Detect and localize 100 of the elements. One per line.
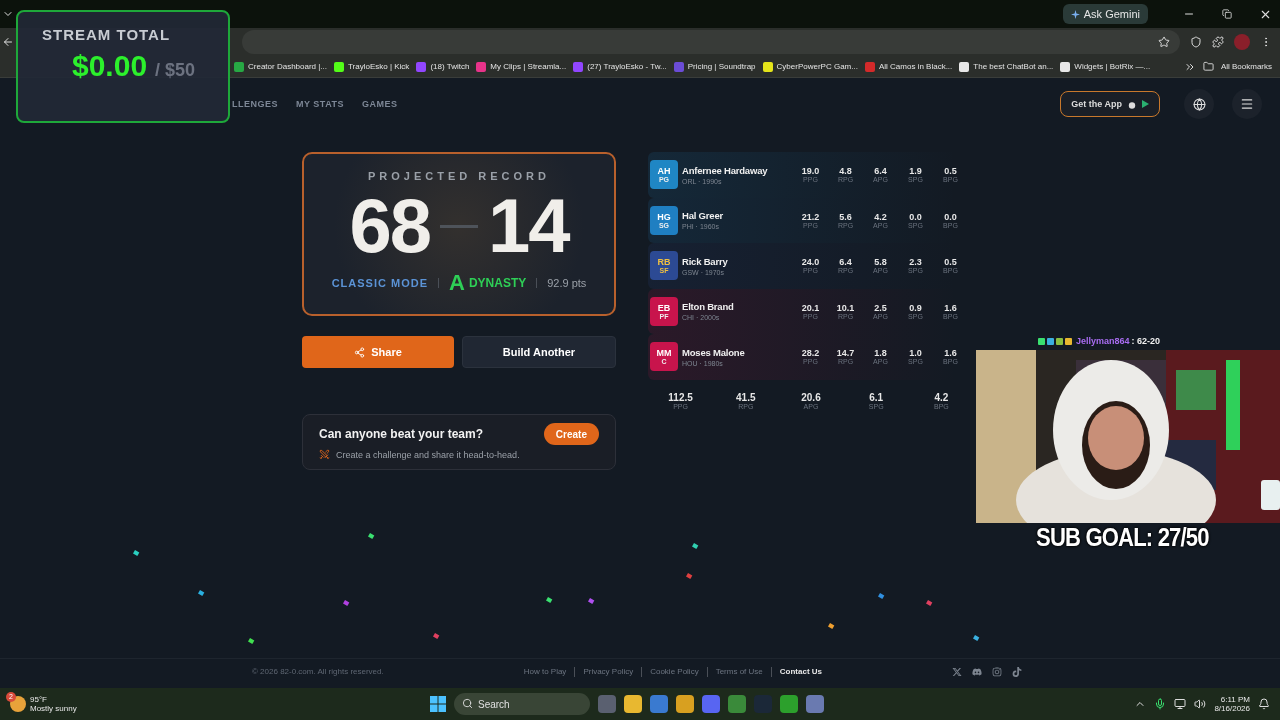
total-value: 112.5 <box>668 391 693 403</box>
menu-icon <box>1240 97 1254 111</box>
player-name: Rick Barry <box>682 255 729 267</box>
stat-value: 6.4 <box>839 257 852 268</box>
player-name: Elton Brand <box>682 301 735 313</box>
get-app-button[interactable]: Get the App <box>1060 91 1160 117</box>
stat-value: 28.2 <box>801 348 820 359</box>
bookmark[interactable]: (27) TrayloEsko - Tw... <box>573 61 667 72</box>
nav-link[interactable]: MY STATS <box>296 99 345 109</box>
grade: A <box>449 272 465 294</box>
clock-date: 8/16/2026 <box>1214 704 1250 713</box>
stat-value: 2.5 <box>874 302 887 313</box>
sparkle-icon <box>1070 9 1080 19</box>
chat-message: : 62-20 <box>1131 336 1161 346</box>
sub-goal: SUB GOAL: 27/50 <box>1036 522 1209 553</box>
player-name: Hal Greer <box>682 210 724 222</box>
ask-button[interactable]: Ask Gemini <box>1062 4 1148 24</box>
stat-value: 0.5 <box>944 257 957 268</box>
notification-icon[interactable] <box>1258 698 1270 710</box>
record-separator <box>440 224 478 228</box>
stat-value: 0.9 <box>909 302 922 313</box>
language-button[interactable] <box>1184 89 1214 119</box>
bookmark[interactable]: The best ChatBot an... <box>959 61 1054 72</box>
stat-value: 10.1 <box>836 302 855 313</box>
mode-label: CLASSIC MODE <box>331 277 428 289</box>
bookmark[interactable]: TrayloEsko | Kick <box>334 61 410 72</box>
bookmark[interactable]: Widgets | BotRix —... <box>1060 61 1151 72</box>
stat-value: 1.6 <box>944 348 957 359</box>
nav-link[interactable]: LLENGES <box>232 99 278 109</box>
globe-icon <box>1192 97 1206 111</box>
stat-value: 6.4 <box>874 166 887 177</box>
donation-goal: / $50 <box>155 60 196 81</box>
start-icon[interactable] <box>430 696 446 712</box>
instagram-icon[interactable] <box>992 666 1002 677</box>
menu-button[interactable] <box>1232 89 1262 119</box>
stat-value: 4.2 <box>874 211 887 222</box>
total-value: 6.1 <box>869 391 884 403</box>
bookmark[interactable]: All Camos in Black... <box>864 61 953 72</box>
temperature: 95°F <box>30 695 48 704</box>
copyright: © 2026 82-0.com. All rights reserved. <box>252 667 384 676</box>
challenge-text: Create a challenge and share it head-to-head. <box>336 449 520 460</box>
shield-icon[interactable] <box>1190 36 1202 48</box>
stat-value: 1.8 <box>874 348 887 359</box>
bookmark[interactable]: Creator Dashboard |... <box>234 61 327 72</box>
discord-icon[interactable] <box>972 666 982 677</box>
back-icon[interactable] <box>2 36 14 48</box>
losses: 14 <box>488 184 569 268</box>
stat-value: 0.0 <box>909 211 922 222</box>
stat-value: 14.7 <box>836 348 855 359</box>
bookmark[interactable]: Pricing | Soundtrap <box>673 61 756 72</box>
donation-amount: $0.00 <box>72 49 148 83</box>
stat-value: 20.1 <box>801 302 820 313</box>
mic-icon[interactable] <box>1154 698 1167 710</box>
stat-value: 0.0 <box>944 211 957 222</box>
total-value: 41.5 <box>736 391 756 403</box>
footer-link[interactable]: How to Play <box>523 667 567 676</box>
volume-icon[interactable] <box>1194 698 1207 710</box>
puzzle-icon[interactable] <box>1212 36 1224 48</box>
stat-value: 1.9 <box>909 166 922 177</box>
monitor-icon[interactable] <box>1174 698 1187 710</box>
nav-link[interactable]: GAMES <box>362 99 398 109</box>
play-icon <box>1142 100 1149 108</box>
chat-username: Jellyman864 <box>1076 336 1130 346</box>
weather-text: Mostly sunny <box>30 704 77 713</box>
stat-value: 4.8 <box>839 166 852 177</box>
wins: 68 <box>349 184 430 268</box>
stat-value: 5.6 <box>839 211 852 222</box>
stat-value: 24.0 <box>801 257 820 268</box>
stat-value: 5.8 <box>874 257 887 268</box>
search-field[interactable]: Search <box>454 693 590 715</box>
stat-value: 21.2 <box>801 211 820 222</box>
stat-value: 1.0 <box>909 348 922 359</box>
star-icon[interactable] <box>1158 36 1170 48</box>
total-value: 4.2 <box>934 391 949 403</box>
bookmark[interactable]: My Clips | Streamla... <box>476 61 567 72</box>
share-icon <box>354 346 366 358</box>
restore-icon[interactable] <box>1222 9 1232 19</box>
footer-link[interactable]: Contact Us <box>779 667 822 676</box>
record-heading: PROJECTED RECORD <box>368 170 550 182</box>
points: 92.9 pts <box>547 277 587 289</box>
stat-value: 2.3 <box>909 257 922 268</box>
tiktok-icon[interactable] <box>1012 666 1022 677</box>
clock-time: 6:11 PM <box>1220 695 1250 704</box>
bookmark[interactable]: (18) Twitch <box>416 61 470 72</box>
all-bookmarks[interactable]: All Bookmarks <box>1220 62 1272 71</box>
swords-icon <box>319 449 330 460</box>
stream-total-label: STREAM TOTAL <box>42 26 172 43</box>
footer-link[interactable]: Terms of Use <box>715 667 763 676</box>
bookmark[interactable]: CyberPowerPC Gam... <box>762 61 858 72</box>
stat-value: 1.6 <box>944 302 957 313</box>
footer-link[interactable]: Cookie Policy <box>650 667 699 676</box>
challenge-title: Can anyone beat your team? <box>319 427 484 441</box>
x-icon[interactable] <box>952 666 962 677</box>
stat-value: 19.0 <box>801 166 820 177</box>
search-icon <box>462 698 473 709</box>
stat-value: 0.5 <box>944 166 957 177</box>
player-name: Anfernee Hardaway <box>682 164 769 176</box>
total-value: 20.6 <box>801 391 821 403</box>
footer-link[interactable]: Privacy Policy <box>583 667 634 676</box>
build-button[interactable]: Build Another <box>462 336 616 368</box>
